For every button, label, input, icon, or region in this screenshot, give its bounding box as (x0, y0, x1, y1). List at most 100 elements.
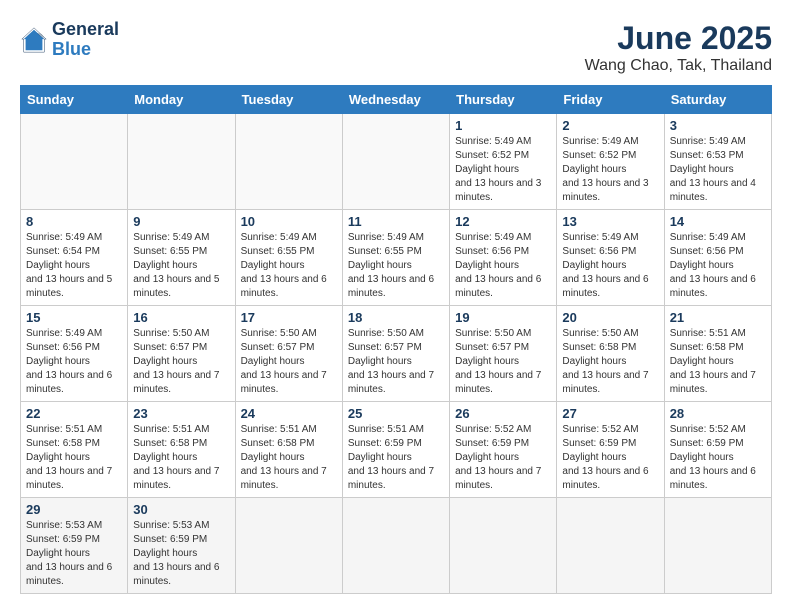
table-row: 24 Sunrise: 5:51 AMSunset: 6:58 PMDaylig… (235, 402, 342, 498)
day-info: Sunrise: 5:52 AMSunset: 6:59 PMDaylight … (670, 424, 756, 491)
day-info: Sunrise: 5:51 AMSunset: 6:58 PMDaylight … (670, 328, 756, 395)
table-row (342, 498, 449, 594)
day-info: Sunrise: 5:50 AMSunset: 6:57 PMDaylight … (348, 328, 434, 395)
col-thursday: Thursday (450, 86, 557, 114)
day-info: Sunrise: 5:49 AMSunset: 6:56 PMDaylight … (670, 232, 756, 299)
day-number: 25 (348, 406, 444, 421)
col-saturday: Saturday (664, 86, 771, 114)
day-info: Sunrise: 5:50 AMSunset: 6:58 PMDaylight … (562, 328, 648, 395)
logo-blue: Blue (52, 39, 91, 59)
day-number: 17 (241, 310, 337, 325)
day-info: Sunrise: 5:49 AMSunset: 6:56 PMDaylight … (562, 232, 648, 299)
day-info: Sunrise: 5:49 AMSunset: 6:52 PMDaylight … (562, 136, 648, 203)
day-number: 30 (133, 502, 229, 517)
table-row: 19 Sunrise: 5:50 AMSunset: 6:57 PMDaylig… (450, 306, 557, 402)
day-info: Sunrise: 5:49 AMSunset: 6:55 PMDaylight … (241, 232, 327, 299)
table-row: 9 Sunrise: 5:49 AMSunset: 6:55 PMDayligh… (128, 210, 235, 306)
day-number: 11 (348, 214, 444, 229)
title-area: June 2025 Wang Chao, Tak, Thailand (585, 20, 772, 75)
calendar-week-row: 8 Sunrise: 5:49 AMSunset: 6:54 PMDayligh… (21, 210, 772, 306)
table-row: 26 Sunrise: 5:52 AMSunset: 6:59 PMDaylig… (450, 402, 557, 498)
table-row (21, 114, 128, 210)
table-row: 20 Sunrise: 5:50 AMSunset: 6:58 PMDaylig… (557, 306, 664, 402)
day-info: Sunrise: 5:51 AMSunset: 6:58 PMDaylight … (133, 424, 219, 491)
day-number: 1 (455, 118, 551, 133)
calendar-subtitle: Wang Chao, Tak, Thailand (585, 57, 772, 75)
day-info: Sunrise: 5:53 AMSunset: 6:59 PMDaylight … (26, 520, 112, 587)
day-number: 23 (133, 406, 229, 421)
day-number: 29 (26, 502, 122, 517)
day-number: 15 (26, 310, 122, 325)
table-row: 18 Sunrise: 5:50 AMSunset: 6:57 PMDaylig… (342, 306, 449, 402)
table-row: 1 Sunrise: 5:49 AMSunset: 6:52 PMDayligh… (450, 114, 557, 210)
day-info: Sunrise: 5:52 AMSunset: 6:59 PMDaylight … (455, 424, 541, 491)
table-row: 27 Sunrise: 5:52 AMSunset: 6:59 PMDaylig… (557, 402, 664, 498)
calendar-week-row: 29 Sunrise: 5:53 AMSunset: 6:59 PMDaylig… (21, 498, 772, 594)
day-number: 26 (455, 406, 551, 421)
day-number: 16 (133, 310, 229, 325)
day-info: Sunrise: 5:51 AMSunset: 6:59 PMDaylight … (348, 424, 434, 491)
day-number: 22 (26, 406, 122, 421)
day-info: Sunrise: 5:49 AMSunset: 6:56 PMDaylight … (455, 232, 541, 299)
col-wednesday: Wednesday (342, 86, 449, 114)
table-row: 16 Sunrise: 5:50 AMSunset: 6:57 PMDaylig… (128, 306, 235, 402)
day-number: 2 (562, 118, 658, 133)
day-number: 24 (241, 406, 337, 421)
table-row: 3 Sunrise: 5:49 AMSunset: 6:53 PMDayligh… (664, 114, 771, 210)
day-number: 20 (562, 310, 658, 325)
table-row: 17 Sunrise: 5:50 AMSunset: 6:57 PMDaylig… (235, 306, 342, 402)
day-number: 19 (455, 310, 551, 325)
day-number: 10 (241, 214, 337, 229)
logo: General Blue (20, 20, 119, 60)
table-row (235, 498, 342, 594)
day-info: Sunrise: 5:51 AMSunset: 6:58 PMDaylight … (26, 424, 112, 491)
col-sunday: Sunday (21, 86, 128, 114)
table-row: 21 Sunrise: 5:51 AMSunset: 6:58 PMDaylig… (664, 306, 771, 402)
table-row: 10 Sunrise: 5:49 AMSunset: 6:55 PMDaylig… (235, 210, 342, 306)
day-number: 18 (348, 310, 444, 325)
calendar-header-row: Sunday Monday Tuesday Wednesday Thursday… (21, 86, 772, 114)
day-number: 14 (670, 214, 766, 229)
table-row: 12 Sunrise: 5:49 AMSunset: 6:56 PMDaylig… (450, 210, 557, 306)
table-row: 30 Sunrise: 5:53 AMSunset: 6:59 PMDaylig… (128, 498, 235, 594)
table-row: 8 Sunrise: 5:49 AMSunset: 6:54 PMDayligh… (21, 210, 128, 306)
table-row (450, 498, 557, 594)
calendar-week-row: 22 Sunrise: 5:51 AMSunset: 6:58 PMDaylig… (21, 402, 772, 498)
table-row: 29 Sunrise: 5:53 AMSunset: 6:59 PMDaylig… (21, 498, 128, 594)
table-row: 15 Sunrise: 5:49 AMSunset: 6:56 PMDaylig… (21, 306, 128, 402)
day-number: 9 (133, 214, 229, 229)
table-row (235, 114, 342, 210)
day-number: 28 (670, 406, 766, 421)
table-row (557, 498, 664, 594)
day-number: 3 (670, 118, 766, 133)
col-friday: Friday (557, 86, 664, 114)
page-header: General Blue June 2025 Wang Chao, Tak, T… (20, 20, 772, 75)
logo-general: General (52, 19, 119, 39)
table-row (128, 114, 235, 210)
table-row: 13 Sunrise: 5:49 AMSunset: 6:56 PMDaylig… (557, 210, 664, 306)
day-number: 27 (562, 406, 658, 421)
table-row: 11 Sunrise: 5:49 AMSunset: 6:55 PMDaylig… (342, 210, 449, 306)
table-row (342, 114, 449, 210)
day-number: 21 (670, 310, 766, 325)
calendar-week-row: 15 Sunrise: 5:49 AMSunset: 6:56 PMDaylig… (21, 306, 772, 402)
logo-icon (20, 26, 48, 54)
calendar-table: Sunday Monday Tuesday Wednesday Thursday… (20, 85, 772, 594)
day-info: Sunrise: 5:49 AMSunset: 6:55 PMDaylight … (348, 232, 434, 299)
day-info: Sunrise: 5:53 AMSunset: 6:59 PMDaylight … (133, 520, 219, 587)
day-number: 13 (562, 214, 658, 229)
day-info: Sunrise: 5:49 AMSunset: 6:56 PMDaylight … (26, 328, 112, 395)
calendar-week-row: 1 Sunrise: 5:49 AMSunset: 6:52 PMDayligh… (21, 114, 772, 210)
table-row: 2 Sunrise: 5:49 AMSunset: 6:52 PMDayligh… (557, 114, 664, 210)
table-row: 23 Sunrise: 5:51 AMSunset: 6:58 PMDaylig… (128, 402, 235, 498)
table-row (664, 498, 771, 594)
day-info: Sunrise: 5:52 AMSunset: 6:59 PMDaylight … (562, 424, 648, 491)
day-info: Sunrise: 5:50 AMSunset: 6:57 PMDaylight … (133, 328, 219, 395)
day-info: Sunrise: 5:49 AMSunset: 6:54 PMDaylight … (26, 232, 112, 299)
day-info: Sunrise: 5:49 AMSunset: 6:52 PMDaylight … (455, 136, 541, 203)
day-number: 12 (455, 214, 551, 229)
day-number: 8 (26, 214, 122, 229)
table-row: 28 Sunrise: 5:52 AMSunset: 6:59 PMDaylig… (664, 402, 771, 498)
calendar-title: June 2025 (585, 20, 772, 57)
col-monday: Monday (128, 86, 235, 114)
